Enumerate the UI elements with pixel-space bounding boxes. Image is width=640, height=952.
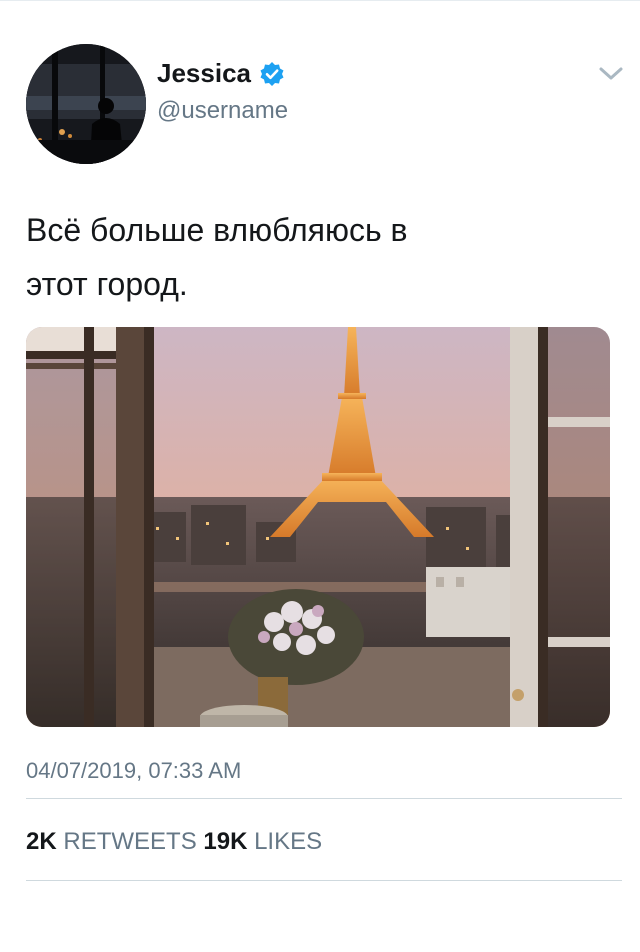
tweet-text: Всё больше влюбляюсь в этот город. <box>26 203 546 311</box>
retweets-count[interactable]: 2K <box>26 828 57 856</box>
retweets-label[interactable]: RETWEETS <box>63 828 196 856</box>
author-name-row: Jessica <box>157 58 285 89</box>
divider <box>26 880 622 881</box>
divider <box>26 798 622 799</box>
verified-badge-icon <box>259 61 285 87</box>
author-handle[interactable]: @username <box>157 97 288 125</box>
likes-count[interactable]: 19K <box>203 828 247 856</box>
avatar[interactable] <box>26 44 146 164</box>
tweet-text-line-2: этот город. <box>26 266 188 302</box>
tweet-stats: 2K RETWEETS 19K LIKES <box>26 828 322 856</box>
tweet-timestamp[interactable]: 04/07/2019, 07:33 AM <box>26 758 241 784</box>
chevron-down-icon[interactable] <box>596 62 626 84</box>
display-name[interactable]: Jessica <box>157 58 251 89</box>
tweet-photo[interactable] <box>26 327 610 727</box>
top-divider <box>0 0 640 1</box>
tweet-text-line-1: Всё больше влюбляюсь в <box>26 212 408 248</box>
likes-label[interactable]: LIKES <box>254 828 322 856</box>
